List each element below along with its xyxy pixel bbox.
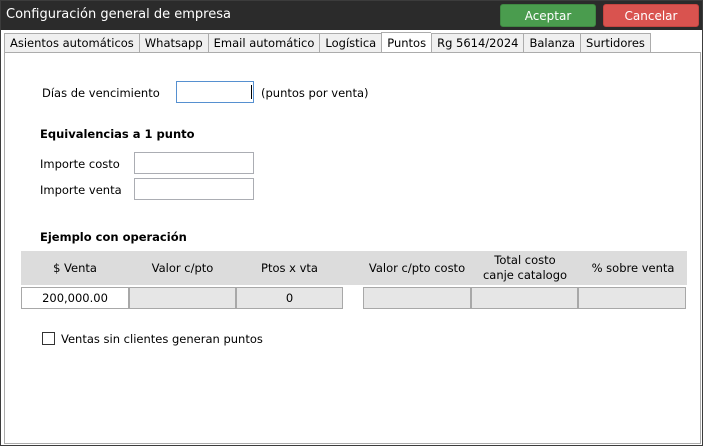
dias-suffix-label: (puntos por venta)	[261, 86, 369, 100]
tab-strip: Asientos automáticos Whatsapp Email auto…	[4, 32, 651, 53]
ejemplo-grid-header: $ Venta Valor c/pto Ptos x vta Valor c/p…	[21, 251, 687, 285]
tab-logistica[interactable]: Logística	[319, 33, 382, 53]
col-header-total-costo-canje: Total costo canje catalogo	[482, 253, 568, 282]
text-caret	[251, 85, 252, 99]
importe-venta-input[interactable]	[134, 178, 254, 200]
tab-asientos-automaticos[interactable]: Asientos automáticos	[4, 33, 139, 53]
ventas-sin-clientes-checkbox[interactable]	[42, 332, 55, 345]
cell-venta[interactable]: 200,000.00	[21, 287, 129, 309]
dias-vencimiento-input[interactable]	[176, 81, 254, 103]
cell-valor-cpto-costo	[363, 287, 471, 309]
col-header-pct-sobre-venta: % sobre venta	[591, 260, 675, 275]
tab-rg-5614-2024[interactable]: Rg 5614/2024	[431, 33, 524, 53]
col-header-ptos-x-vta: Ptos x vta	[261, 260, 318, 275]
col-header-venta: $ Venta	[53, 260, 97, 275]
cell-valor-cpto	[129, 287, 236, 309]
col-header-valor-cpto: Valor c/pto	[151, 260, 214, 275]
ventas-sin-clientes-label[interactable]: Ventas sin clientes generan puntos	[61, 332, 263, 346]
tab-puntos[interactable]: Puntos	[381, 32, 432, 53]
importe-costo-label: Importe costo	[40, 157, 120, 171]
config-window: Configuración general de empresa Aceptar…	[0, 0, 703, 446]
cancel-button[interactable]: Cancelar	[603, 4, 699, 27]
dias-vencimiento-label: Días de vencimiento	[42, 86, 160, 100]
tab-email-automatico[interactable]: Email automático	[207, 33, 320, 53]
equivalencias-title: Equivalencias a 1 punto	[40, 127, 195, 141]
tab-whatsapp[interactable]: Whatsapp	[138, 33, 208, 53]
puntos-panel: Días de vencimiento (puntos por venta) E…	[4, 52, 701, 444]
tab-surtidores[interactable]: Surtidores	[580, 33, 651, 53]
ejemplo-title: Ejemplo con operación	[40, 230, 187, 244]
title-bar: Configuración general de empresa Aceptar…	[1, 1, 702, 30]
cell-ptos-x-vta: 0	[236, 287, 343, 309]
window-title: Configuración general de empresa	[6, 7, 231, 22]
importe-costo-input[interactable]	[134, 152, 254, 174]
cell-total-costo-canje	[471, 287, 578, 309]
cell-pct-sobre-venta	[578, 287, 686, 309]
tab-balanza[interactable]: Balanza	[523, 33, 581, 53]
accept-button[interactable]: Aceptar	[500, 4, 596, 27]
importe-venta-label: Importe venta	[40, 183, 122, 197]
col-header-valor-cpto-costo: Valor c/pto costo	[368, 260, 466, 275]
